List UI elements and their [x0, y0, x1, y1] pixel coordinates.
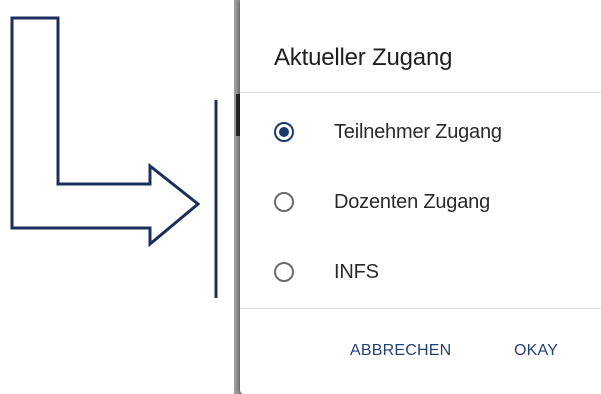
annotation-arrow	[10, 16, 218, 298]
cancel-button[interactable]: ABBRECHEN	[344, 338, 457, 364]
arrow-shape	[10, 16, 201, 248]
option-infs[interactable]: INFS	[274, 252, 594, 292]
option-label: Dozenten Zugang	[334, 190, 491, 213]
divider-top	[240, 92, 601, 93]
radio-unchecked-icon[interactable]	[274, 262, 294, 282]
radio-unchecked-icon[interactable]	[274, 192, 294, 212]
dialog-title: Aktueller Zugang	[274, 44, 453, 71]
okay-button[interactable]: OKAY	[508, 338, 564, 364]
divider-bottom	[240, 308, 601, 309]
option-dozenten-zugang[interactable]: Dozenten Zugang	[274, 182, 594, 222]
option-teilnehmer-zugang[interactable]: Teilnehmer Zugang	[274, 112, 594, 152]
access-dialog: Aktueller Zugang Teilnehmer Zugang Dozen…	[240, 0, 601, 394]
option-label: INFS	[334, 260, 379, 283]
radio-checked-icon[interactable]	[274, 122, 294, 142]
option-label: Teilnehmer Zugang	[334, 120, 502, 143]
